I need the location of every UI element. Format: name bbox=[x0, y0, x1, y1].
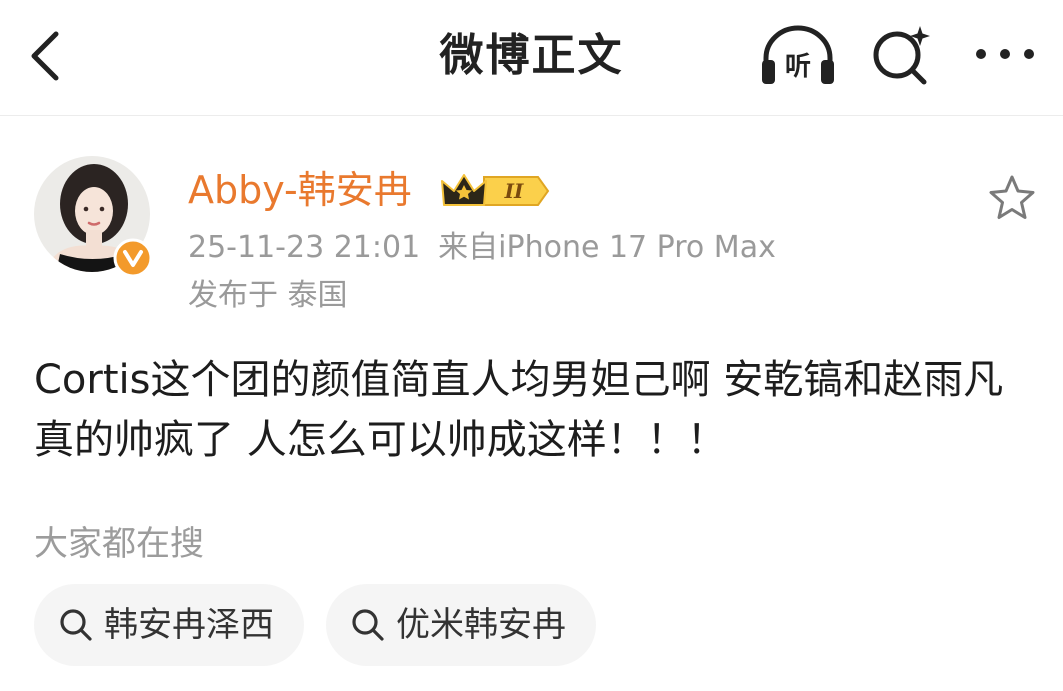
post-source: 来自iPhone 17 Pro Max bbox=[438, 230, 776, 265]
star-outline-icon bbox=[989, 175, 1035, 219]
listen-label: 听 bbox=[785, 52, 811, 82]
more-dots-icon bbox=[976, 49, 1034, 59]
top-nav-bar: 微博正文 听 bbox=[0, 0, 1063, 116]
trending-chip[interactable]: 韩安冉泽西 bbox=[34, 584, 304, 666]
post-timestamp: 25-11-23 21:01 bbox=[188, 230, 421, 265]
trending-chips: 韩安冉泽西 优米韩安冉 bbox=[34, 584, 596, 666]
listen-button[interactable]: 听 bbox=[758, 24, 838, 88]
vip-badge[interactable]: II bbox=[440, 169, 550, 213]
more-button[interactable] bbox=[972, 34, 1038, 74]
search-sparkle-icon bbox=[873, 26, 930, 85]
verified-v-icon bbox=[113, 238, 153, 278]
author-name[interactable]: Abby-韩安冉 bbox=[188, 164, 412, 216]
trending-label: 大家都在搜 bbox=[34, 524, 204, 564]
post-location: 发布于 泰国 bbox=[188, 278, 348, 313]
favorite-button[interactable] bbox=[986, 172, 1038, 224]
headphones-icon: 听 bbox=[762, 25, 834, 84]
trending-chip[interactable]: 优米韩安冉 bbox=[326, 584, 596, 666]
crown-icon: II bbox=[441, 174, 550, 206]
search-button[interactable] bbox=[868, 22, 934, 88]
post-text: Cortis这个团的颜值简直人均男妲己啊 安乾镐和赵雨凡真的帅疯了 人怎么可以帅… bbox=[34, 357, 1004, 463]
verified-badge bbox=[113, 238, 153, 278]
vip-level: II bbox=[504, 179, 524, 203]
post-meta: 25-11-23 21:01 来自iPhone 17 Pro Max bbox=[188, 226, 776, 270]
search-icon bbox=[60, 609, 92, 641]
trending-chip-label: 韩安冉泽西 bbox=[104, 605, 274, 645]
search-icon bbox=[352, 609, 384, 641]
trending-chip-label: 优米韩安冉 bbox=[396, 605, 566, 645]
